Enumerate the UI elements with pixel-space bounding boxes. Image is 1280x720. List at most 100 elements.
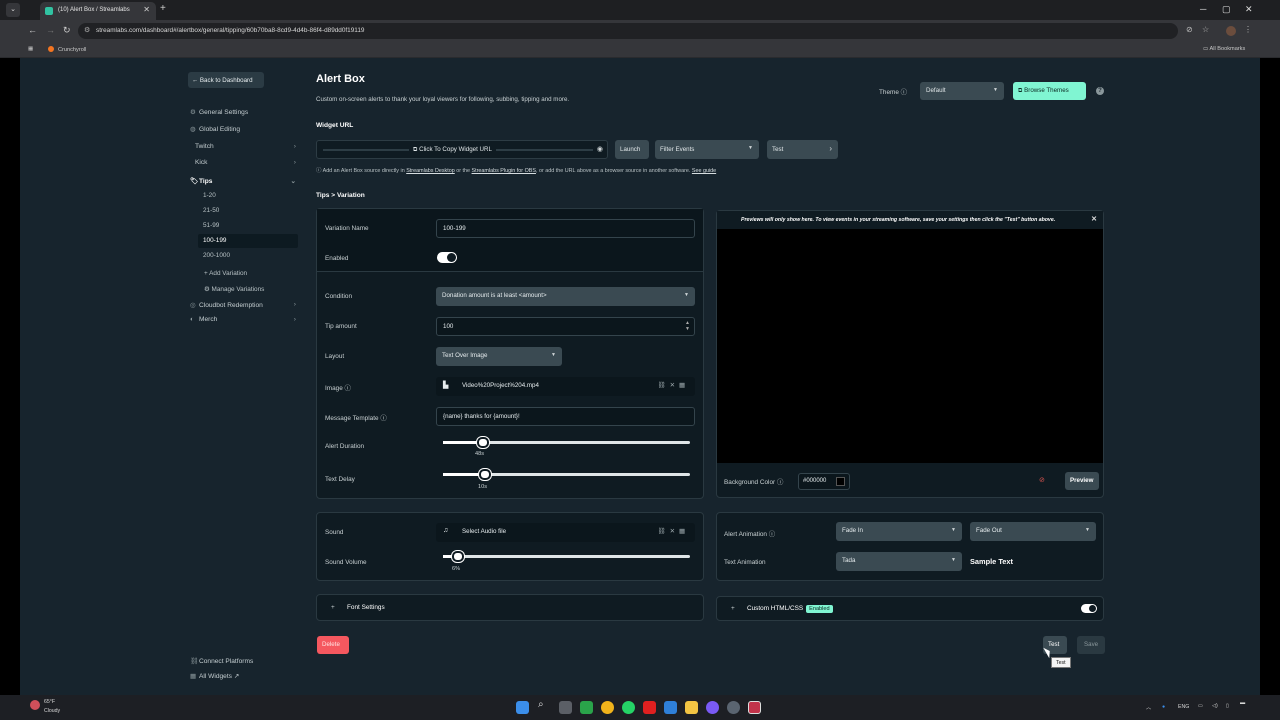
reload-icon[interactable]: ↻ xyxy=(63,25,71,36)
tip-range-200-1000[interactable]: 200-1000 xyxy=(203,252,230,259)
obs-plugin-link[interactable]: Streamlabs Plugin for OBS xyxy=(472,168,536,174)
tab-search-icon[interactable]: ⌄ xyxy=(6,3,20,17)
back-to-dashboard-button[interactable]: ← Back to Dashboard xyxy=(188,72,264,88)
layout-select[interactable]: Text Over Image ▼ xyxy=(436,347,562,366)
apps-grid-icon[interactable]: ▦ xyxy=(28,46,33,52)
font-settings-panel[interactable]: + Font Settings xyxy=(316,594,704,621)
color-swatch[interactable] xyxy=(836,477,845,486)
link-icon[interactable]: ⛓ xyxy=(657,382,669,389)
slider-knob[interactable] xyxy=(476,437,489,448)
tip-amount-input[interactable]: 100 ▲ ▼ xyxy=(436,317,695,336)
weather-icon[interactable] xyxy=(30,700,40,710)
slider-knob[interactable] xyxy=(451,551,464,562)
bookmark-star-icon[interactable]: ☆ xyxy=(1202,25,1209,34)
filter-events-select[interactable]: Filter Events ▼ xyxy=(655,140,759,159)
close-icon[interactable]: ✕ xyxy=(670,382,679,389)
custom-css-panel[interactable]: + Custom HTML/CSS Enabled xyxy=(716,596,1104,621)
messenger-icon[interactable] xyxy=(706,701,719,714)
browse-themes-button[interactable]: ⧉ Browse Themes xyxy=(1013,82,1086,100)
task-view-icon[interactable] xyxy=(559,701,572,714)
manage-variations-button[interactable]: ⚙ Manage Variations xyxy=(204,285,264,293)
streamlabs-desktop-link[interactable]: Streamlabs Desktop xyxy=(406,168,455,174)
file-actions[interactable]: ⛓✕▦ xyxy=(657,381,689,389)
file-actions[interactable]: ⛓✕▦ xyxy=(657,527,689,535)
sidebar-item-tips[interactable]: 🏷Tips ⌄ xyxy=(190,177,296,185)
alert-animation-out-select[interactable]: Fade Out ▼ xyxy=(970,522,1096,541)
tracking-off-icon[interactable]: ⊘ xyxy=(1186,25,1193,34)
chrome-icon[interactable] xyxy=(601,701,614,714)
tab-close-icon[interactable]: ✕ xyxy=(143,5,150,14)
connect-platforms-link[interactable]: ⛓Connect Platforms xyxy=(190,657,296,665)
all-bookmarks[interactable]: ▭ All Bookmarks xyxy=(1203,46,1245,52)
enabled-toggle[interactable] xyxy=(437,252,457,263)
clock[interactable]: ▬ xyxy=(1240,700,1245,706)
sound-file-field[interactable]: ♫ Select Audio file ⛓✕▦ xyxy=(436,523,695,542)
obs-app-icon[interactable] xyxy=(748,701,761,714)
sidebar-item-general-settings[interactable]: ⚙ General Settings xyxy=(190,108,296,116)
language-indicator[interactable]: ENG xyxy=(1178,704,1189,710)
new-tab-icon[interactable]: + xyxy=(160,3,166,14)
profile-avatar[interactable] xyxy=(1226,26,1236,36)
settings-gear-icon[interactable] xyxy=(727,701,740,714)
see-guide-link[interactable]: See guide xyxy=(692,168,716,174)
sidebar-item-merch[interactable]: ◐ Merch › xyxy=(190,316,296,323)
youtube-icon[interactable] xyxy=(643,701,656,714)
browser-tab[interactable]: (10) Alert Box / Streamlabs ✕ xyxy=(40,2,156,20)
volume-icon[interactable]: ◁) xyxy=(1212,703,1218,709)
variation-name-input[interactable]: 100-199 xyxy=(436,219,695,238)
sound-volume-slider[interactable] xyxy=(443,551,690,562)
copy-widget-url[interactable]: ⧉ Click To Copy Widget URL xyxy=(409,146,496,154)
whatsapp-icon[interactable] xyxy=(622,701,635,714)
tray-chevron-icon[interactable]: ︿ xyxy=(1146,704,1151,711)
battery-icon[interactable]: ▯ xyxy=(1226,703,1229,709)
eye-icon[interactable]: ◉ xyxy=(597,145,603,153)
slider-knob[interactable] xyxy=(478,469,491,480)
text-delay-slider[interactable] xyxy=(443,469,690,480)
tip-range-1-20[interactable]: 1-20 xyxy=(203,192,216,199)
site-info-icon[interactable]: ⚙ xyxy=(84,26,90,34)
delete-button[interactable]: Delete xyxy=(317,636,349,654)
link-icon[interactable]: ⛓ xyxy=(657,528,669,535)
back-arrow-icon[interactable]: ← xyxy=(28,25,37,35)
sidebar-item-twitch[interactable]: Twitch › xyxy=(195,143,296,150)
grid-icon[interactable]: ▦ xyxy=(679,528,689,535)
image-file-field[interactable]: ▙ Video%20Project%204.mp4 ⛓✕▦ xyxy=(436,377,695,396)
test-dropdown-button[interactable]: Test › xyxy=(767,140,838,159)
sidebar-item-cloudbot[interactable]: ◎ Cloudbot Redemption › xyxy=(190,301,296,309)
tip-range-100-199[interactable]: 100-199 xyxy=(203,237,226,244)
search-icon[interactable]: ⌕ xyxy=(538,699,551,712)
tip-range-51-99[interactable]: 51-99 xyxy=(203,222,219,229)
sidebar-item-global-editing[interactable]: ◍ Global Editing xyxy=(190,125,296,133)
address-bar[interactable]: ⚙ streamlabs.com/dashboard#/alertbox/gen… xyxy=(78,23,1178,39)
minimize-icon[interactable]: ─ xyxy=(1200,4,1206,14)
network-icon[interactable]: ▭ xyxy=(1198,703,1203,709)
grid-icon[interactable]: ▦ xyxy=(679,382,689,389)
file-explorer-icon[interactable] xyxy=(685,701,698,714)
condition-select[interactable]: Donation amount is at least <amount> ▼ xyxy=(436,287,695,306)
help-icon[interactable]: ? xyxy=(1096,87,1104,95)
launch-button[interactable]: Launch xyxy=(615,140,649,159)
tip-range-21-50[interactable]: 21-50 xyxy=(203,207,219,214)
forward-arrow-icon[interactable]: → xyxy=(46,25,55,35)
windows-start-icon[interactable] xyxy=(516,701,529,714)
mic-icon[interactable]: ● xyxy=(1162,704,1165,710)
close-icon[interactable]: ✕ xyxy=(670,528,679,535)
all-widgets-link[interactable]: ▦ All Widgets ↗ xyxy=(190,672,296,680)
maximize-icon[interactable]: ▢ xyxy=(1222,4,1231,15)
alert-duration-slider[interactable] xyxy=(443,437,690,448)
add-variation-button[interactable]: + Add Variation xyxy=(204,270,247,277)
close-icon[interactable]: ✕ xyxy=(1091,215,1097,223)
stepper-icon[interactable]: ▲ ▼ xyxy=(685,320,690,332)
xbox-icon[interactable] xyxy=(580,701,593,714)
custom-css-toggle[interactable] xyxy=(1081,604,1097,613)
background-color-input[interactable]: #000000 xyxy=(798,473,850,490)
text-animation-select[interactable]: Tada ▼ xyxy=(836,552,962,571)
message-template-input[interactable]: {name} thanks for {amount}! xyxy=(436,407,695,426)
save-button[interactable]: Save xyxy=(1077,636,1105,654)
bookmark-crunchyroll[interactable]: Crunchyroll xyxy=(48,46,86,53)
mail-icon[interactable] xyxy=(664,701,677,714)
sidebar-item-kick[interactable]: Kick › xyxy=(195,159,296,166)
preview-button[interactable]: Preview xyxy=(1065,472,1099,490)
theme-select[interactable]: Default ▼ xyxy=(920,82,1004,100)
alert-animation-in-select[interactable]: Fade In ▼ xyxy=(836,522,962,541)
